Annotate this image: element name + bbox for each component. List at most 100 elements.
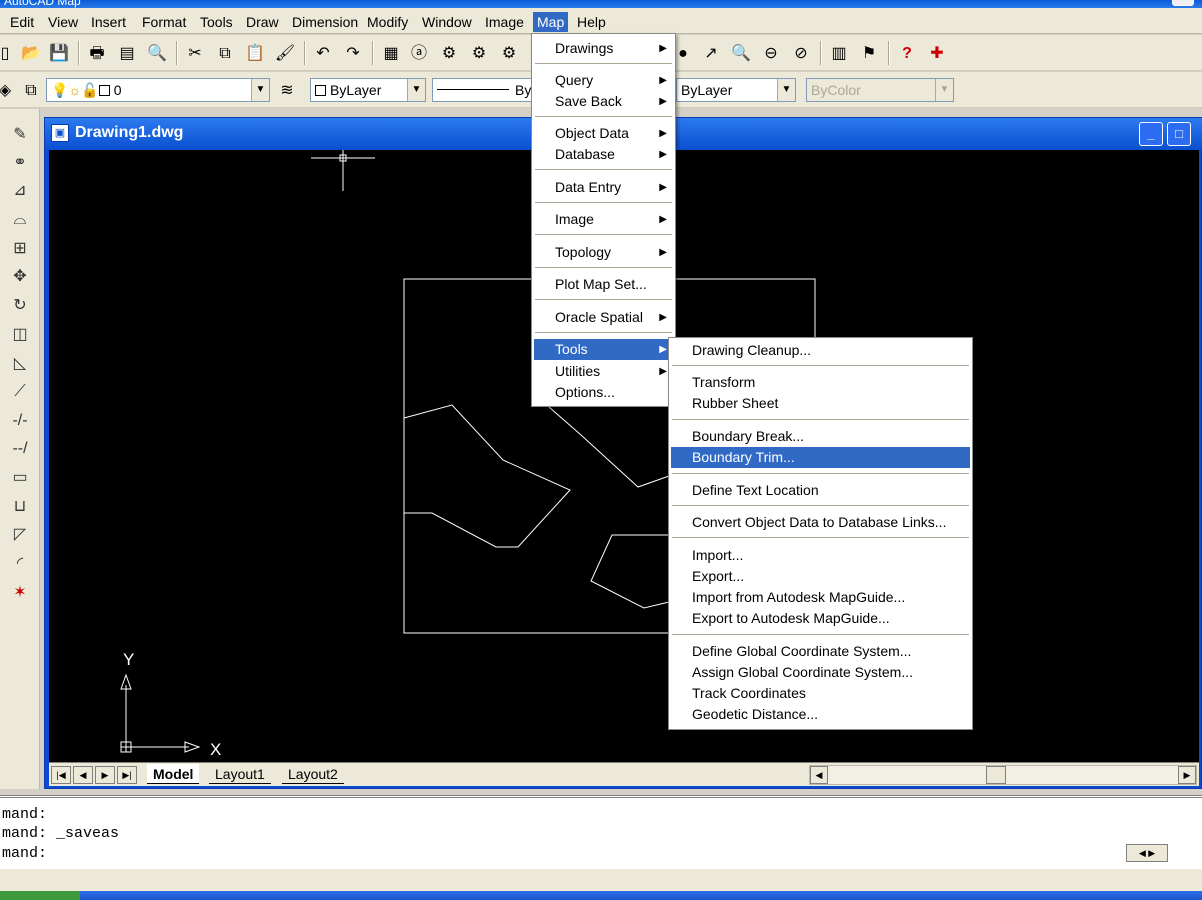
menu-item-boundary-break[interactable]: Boundary Break... (671, 426, 970, 447)
menu-item-import-mapguide[interactable]: Import from Autodesk MapGuide... (671, 587, 970, 608)
erase-icon[interactable]: ✎ (8, 123, 32, 147)
print-icon[interactable]: 🖶 (86, 43, 108, 65)
prev-tab-icon[interactable]: ◀ (73, 766, 93, 784)
layers-icon[interactable]: ◈ (0, 80, 16, 102)
hyperlink-icon[interactable]: ⓐ (408, 43, 430, 65)
zoom-realtime-icon[interactable]: ↗ (700, 43, 722, 65)
layer-dropdown[interactable]: 💡☼🔓 0 ▼ (46, 78, 270, 102)
command-window[interactable]: mand: mand: _saveas mand: ◀ ▶ (0, 795, 1202, 869)
chevron-down-icon[interactable]: ▼ (251, 79, 269, 101)
tab-layout2[interactable]: Layout2 (282, 764, 344, 784)
layer-previous-icon[interactable]: ⧉ (20, 80, 42, 102)
menu-item-plot-map-set[interactable]: Plot Map Set... (534, 274, 673, 295)
tab-model[interactable]: Model (147, 764, 200, 784)
tool-palette-icon[interactable]: ⚑ (858, 43, 880, 65)
menu-format[interactable]: Format (138, 12, 190, 32)
scale-icon[interactable]: ◫ (8, 323, 32, 347)
menu-help[interactable]: Help (573, 12, 610, 32)
plot-preview-icon[interactable]: ▤ (116, 43, 138, 65)
array-icon[interactable]: ⊞ (8, 237, 32, 261)
first-tab-icon[interactable]: |◀ (51, 766, 71, 784)
rotate-icon[interactable]: ↻ (8, 294, 32, 318)
menu-item-database[interactable]: Database ▶ (534, 144, 673, 165)
menu-item-options[interactable]: Options... (534, 382, 673, 403)
menu-item-oracle-spatial[interactable]: Oracle Spatial ▶ (534, 307, 673, 328)
properties-icon[interactable]: ▥ (828, 43, 850, 65)
open-icon[interactable]: 📂 (20, 43, 42, 65)
menu-item-tools[interactable]: Tools ▶ (534, 339, 673, 360)
menu-item-image[interactable]: Image ▶ (534, 209, 673, 230)
menu-item-export[interactable]: Export... (671, 566, 970, 587)
chevron-down-icon[interactable]: ▼ (777, 79, 795, 101)
menu-item-save-back[interactable]: Save Back ▶ (534, 91, 673, 112)
menu-item-define-text-location[interactable]: Define Text Location (671, 480, 970, 501)
chamfer-icon[interactable]: ◸ (8, 523, 32, 547)
menu-dimension[interactable]: Dimension (288, 12, 362, 32)
menu-view[interactable]: View (44, 12, 82, 32)
chevron-down-icon[interactable]: ▼ (407, 79, 425, 101)
menu-tools[interactable]: Tools (196, 12, 237, 32)
menu-item-export-mapguide[interactable]: Export to Autodesk MapGuide... (671, 608, 970, 629)
menu-map[interactable]: Map (533, 12, 569, 32)
next-tab-icon[interactable]: ▶ (95, 766, 115, 784)
zoom-window-icon[interactable]: 🔍 (730, 43, 752, 65)
explode-icon[interactable]: ✶ (8, 581, 32, 605)
linetype-dropdown[interactable]: ByLayer (432, 78, 532, 102)
move-icon[interactable]: ✥ (8, 265, 32, 289)
menu-item-geodetic-distance[interactable]: Geodetic Distance... (671, 704, 970, 725)
minimize-button[interactable]: _ (1139, 122, 1163, 146)
menu-item-transform[interactable]: Transform (671, 372, 970, 393)
menu-item-utilities[interactable]: Utilities ▶ (534, 361, 673, 382)
command-scroll-icon[interactable]: ◀ ▶ (1126, 844, 1168, 862)
cut-icon[interactable]: ✂ (184, 43, 206, 65)
menu-item-drawing-cleanup[interactable]: Drawing Cleanup... (671, 340, 970, 361)
horizontal-scrollbar[interactable]: ◀ ▶ (809, 765, 1197, 785)
lineweight-dropdown[interactable]: ByLayer ▼ (676, 78, 796, 102)
command-prompt[interactable]: mand: (2, 845, 47, 862)
menu-item-track-coordinates[interactable]: Track Coordinates (671, 683, 970, 704)
new-icon[interactable]: ▯ (0, 43, 16, 65)
start-button[interactable] (0, 891, 80, 900)
menu-draw[interactable]: Draw (242, 12, 283, 32)
lengthen-icon[interactable]: ⟋ (8, 380, 32, 404)
save-icon[interactable]: 💾 (48, 43, 70, 65)
tab-layout1[interactable]: Layout1 (209, 764, 271, 784)
help-icon[interactable]: ? (896, 43, 918, 65)
menu-item-query[interactable]: Query ▶ (534, 70, 673, 91)
menu-modify[interactable]: Modify (363, 12, 412, 32)
menu-item-convert-object-data[interactable]: Convert Object Data to Database Links... (671, 512, 970, 533)
menu-item-object-data[interactable]: Object Data ▶ (534, 123, 673, 144)
window-control-button[interactable] (1172, 0, 1194, 6)
zoom-extents-icon[interactable]: ⊘ (790, 43, 812, 65)
extend-icon[interactable]: --/ (8, 437, 32, 461)
menu-item-rubber-sheet[interactable]: Rubber Sheet (671, 393, 970, 414)
menu-item-drawings[interactable]: Drawings ▶ (534, 38, 673, 59)
menu-item-topology[interactable]: Topology ▶ (534, 242, 673, 263)
undo-icon[interactable]: ↶ (312, 43, 334, 65)
scroll-thumb[interactable] (986, 766, 1006, 784)
menu-item-define-global-cs[interactable]: Define Global Coordinate System... (671, 641, 970, 662)
last-tab-icon[interactable]: ▶| (117, 766, 137, 784)
mirror-icon[interactable]: ⊿ (8, 179, 32, 203)
design-center-icon[interactable]: ▦ (380, 43, 402, 65)
query-icon[interactable]: ⚙ (468, 43, 490, 65)
menu-item-boundary-trim[interactable]: Boundary Trim... (671, 447, 970, 468)
menu-item-data-entry[interactable]: Data Entry ▶ (534, 177, 673, 198)
stretch-icon[interactable]: ◺ (8, 352, 32, 376)
maximize-button[interactable]: □ (1167, 122, 1191, 146)
scroll-right-icon[interactable]: ▶ (1178, 766, 1196, 784)
color-dropdown[interactable]: ByLayer ▼ (310, 78, 426, 102)
today-icon[interactable]: ✚ (926, 43, 948, 65)
break-icon[interactable]: ⊔ (8, 495, 32, 519)
match-properties-icon[interactable]: 🖌 (274, 43, 296, 65)
menu-window[interactable]: Window (418, 12, 476, 32)
make-current-layer-icon[interactable]: ≋ (276, 80, 298, 102)
menu-image[interactable]: Image (481, 12, 528, 32)
menu-item-import[interactable]: Import... (671, 545, 970, 566)
spell-check-icon[interactable]: 🔍 (146, 43, 168, 65)
menu-edit[interactable]: Edit (6, 12, 38, 32)
zoom-previous-icon[interactable]: ⊖ (760, 43, 782, 65)
trim-icon[interactable]: -/- (8, 409, 32, 433)
database-icon[interactable]: ⚙ (498, 43, 520, 65)
fillet-icon[interactable]: ◜ (8, 552, 32, 576)
